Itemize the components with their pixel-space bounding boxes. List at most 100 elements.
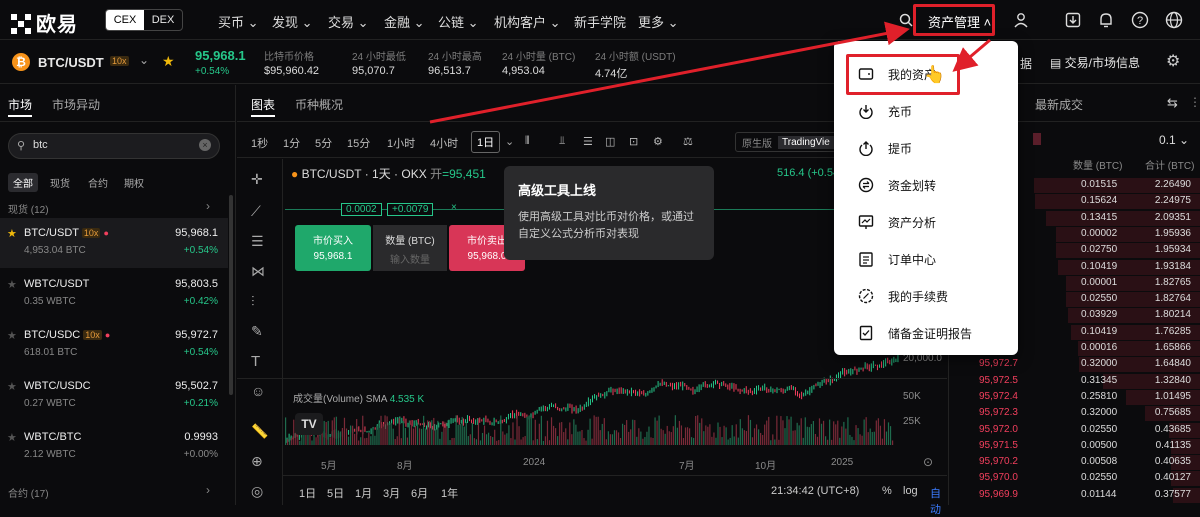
interval-1d[interactable]: 1日 — [471, 131, 501, 153]
interval-1s[interactable]: 1秒 — [251, 135, 268, 151]
brush-icon[interactable]: ✎ — [251, 323, 263, 340]
auto-toggle[interactable]: 自动 — [930, 485, 947, 517]
template-icon[interactable]: ⊡ — [629, 135, 638, 148]
menu-asset-analysis[interactable]: 资产分析 — [834, 204, 1018, 240]
emoji-icon[interactable]: ☺ — [251, 383, 265, 399]
range-1d[interactable]: 1日 — [299, 485, 316, 501]
menu-my-fees[interactable]: 我的手续费 — [834, 278, 1018, 314]
pair-name[interactable]: BTC/USDT — [38, 55, 104, 70]
user-icon[interactable] — [1011, 10, 1031, 30]
market-row[interactable]: ★ WBTC/USDT 0.35 WBTC 95,803.5 +0.42% — [0, 269, 228, 319]
cex-dex-switch[interactable]: CEX DEX — [105, 9, 183, 31]
scale-icon[interactable]: ⚖ — [683, 135, 693, 148]
market-info-link[interactable]: ▤ 交易/市场信息 — [1050, 54, 1140, 71]
filter-options[interactable]: 期权 — [124, 175, 144, 190]
range-5d[interactable]: 5日 — [327, 485, 344, 501]
nav-chain[interactable]: 公链 ⌄ — [438, 12, 479, 31]
dex-tab[interactable]: DEX — [144, 10, 182, 30]
favorite-star-icon[interactable]: ★ — [7, 431, 17, 444]
filter-spot[interactable]: 现货 — [50, 175, 70, 190]
nav-trade[interactable]: 交易 ⌄ — [328, 12, 369, 31]
book-settings-icon[interactable]: ⇆ — [1167, 95, 1178, 111]
menu-withdraw[interactable]: 提币 — [834, 130, 1018, 166]
spot-section-header[interactable]: 现货 (12) — [8, 201, 49, 216]
drawing-icon[interactable]: ◫ — [605, 135, 615, 148]
range-6m[interactable]: 6月 — [411, 485, 428, 501]
favorite-star-icon[interactable]: ★ — [7, 278, 17, 291]
interval-1h[interactable]: 1小时 — [387, 135, 415, 151]
pattern-icon[interactable]: ⋈ — [251, 263, 265, 280]
tab-coin-overview[interactable]: 币种概况 — [295, 96, 343, 113]
ask-row[interactable]: 95,969.9 0.01144 0.37577 — [949, 487, 1200, 505]
menu-deposit[interactable]: 充币 — [834, 93, 1018, 129]
trendline-icon[interactable]: ⟋ — [251, 203, 261, 220]
candle-type-icon[interactable]: ⫴ — [525, 135, 530, 148]
range-1m[interactable]: 1月 — [355, 485, 372, 501]
indicators-icon[interactable]: ⫫ — [559, 135, 565, 148]
search-box[interactable]: ⚲ btc × — [8, 133, 220, 159]
list-icon[interactable]: ☰ — [583, 135, 593, 148]
nav-finance[interactable]: 金融 ⌄ — [384, 12, 425, 31]
spot-section-chevron-icon[interactable]: › — [206, 199, 210, 213]
asset-management-menu[interactable]: 资产管理 ˄ — [928, 12, 991, 31]
projection-icon[interactable]: ⫶ — [251, 293, 255, 310]
ask-row[interactable]: 95,972.4 0.25810 1.01495 — [949, 389, 1200, 407]
nav-more[interactable]: 更多 ⌄ — [638, 12, 679, 31]
ask-row[interactable]: 95,972.7 0.32000 1.64840 — [949, 356, 1200, 374]
percent-toggle[interactable]: % — [882, 485, 892, 497]
ask-row[interactable]: 95,972.3 0.32000 0.75685 — [949, 405, 1200, 423]
range-1y[interactable]: 1年 — [441, 485, 458, 501]
nav-discover[interactable]: 发现 ⌄ — [272, 12, 313, 31]
market-row[interactable]: ★ BTC/USDC 10x ● 618.01 BTC 95,972.7 +0.… — [0, 320, 228, 370]
tab-chart[interactable]: 图表 — [251, 96, 275, 113]
contract-section-chevron-icon[interactable]: › — [206, 483, 210, 497]
ruler-icon[interactable]: 📏 — [251, 423, 268, 440]
book-view-icon[interactable] — [1033, 133, 1041, 145]
interval-4h[interactable]: 4小时 — [430, 135, 458, 151]
chart-settings-icon[interactable]: ⚙ — [653, 135, 663, 148]
search-input[interactable]: btc — [33, 139, 48, 151]
tab-latest-trades[interactable]: 最新成交 — [1035, 96, 1083, 113]
tab-market-movers[interactable]: 市场异动 — [52, 96, 100, 113]
data-link-trunc[interactable]: 据 — [1020, 55, 1032, 72]
globe-icon[interactable] — [1164, 10, 1184, 30]
tradingview-logo-icon[interactable]: TV — [295, 413, 323, 435]
menu-transfer[interactable]: 资金划转 — [834, 167, 1018, 203]
favorite-star-icon[interactable]: ★ — [7, 227, 17, 240]
ask-row[interactable]: 95,970.2 0.00508 0.40635 — [949, 454, 1200, 472]
market-row[interactable]: ★ WBTC/BTC 2.12 WBTC 0.9993 +0.00% — [0, 422, 228, 472]
filter-contract[interactable]: 合约 — [88, 175, 108, 190]
nav-buy-crypto[interactable]: 买币 ⌄ — [218, 12, 259, 31]
favorite-star-icon[interactable]: ★ — [7, 329, 17, 342]
range-3m[interactable]: 3月 — [383, 485, 400, 501]
clear-search-icon[interactable]: × — [199, 139, 211, 151]
interval-15m[interactable]: 15分 — [347, 135, 370, 151]
market-row[interactable]: ★ BTC/USDT 10x ● 4,953.04 BTC 95,968.1 +… — [0, 218, 228, 268]
filter-all[interactable]: 全部 — [8, 173, 38, 192]
menu-order-center[interactable]: 订单中心 — [834, 241, 1018, 277]
market-scrollbar[interactable] — [229, 195, 233, 395]
interval-5m[interactable]: 5分 — [315, 135, 332, 151]
settings-gear-icon[interactable]: ⚙ — [1166, 51, 1180, 71]
text-tool-icon[interactable]: T — [251, 353, 260, 370]
log-toggle[interactable]: log — [903, 485, 918, 497]
zoom-in-icon[interactable]: ⊕ — [251, 453, 263, 470]
view-tradingview[interactable]: TradingVie — [778, 135, 834, 149]
pair-dropdown-chevron-icon[interactable]: ⌄ — [139, 53, 149, 67]
help-icon[interactable]: ? — [1130, 10, 1150, 30]
tick-size-select[interactable]: 0.1 ⌄ — [1159, 133, 1189, 147]
download-icon[interactable] — [1063, 10, 1083, 30]
reset-axis-icon[interactable]: ⊙ — [923, 455, 933, 469]
okx-logo[interactable]: 欧易 — [10, 8, 78, 37]
more-vertical-icon[interactable]: ⋮ — [1189, 95, 1200, 109]
magnet-icon[interactable]: ◎ — [251, 483, 263, 500]
ask-row[interactable]: 95,970.0 0.02550 0.40127 — [949, 470, 1200, 488]
contract-section-header[interactable]: 合约 (17) — [8, 485, 49, 500]
fib-lines-icon[interactable]: ☰ — [251, 233, 264, 250]
nav-academy[interactable]: 新手学院 — [574, 12, 626, 31]
cex-tab[interactable]: CEX — [106, 10, 144, 30]
nav-institutional[interactable]: 机构客户 ⌄ — [494, 12, 561, 31]
bell-icon[interactable] — [1096, 10, 1116, 30]
view-native[interactable]: 原生版 — [736, 135, 778, 150]
ask-row[interactable]: 95,972.5 0.31345 1.32840 — [949, 373, 1200, 391]
